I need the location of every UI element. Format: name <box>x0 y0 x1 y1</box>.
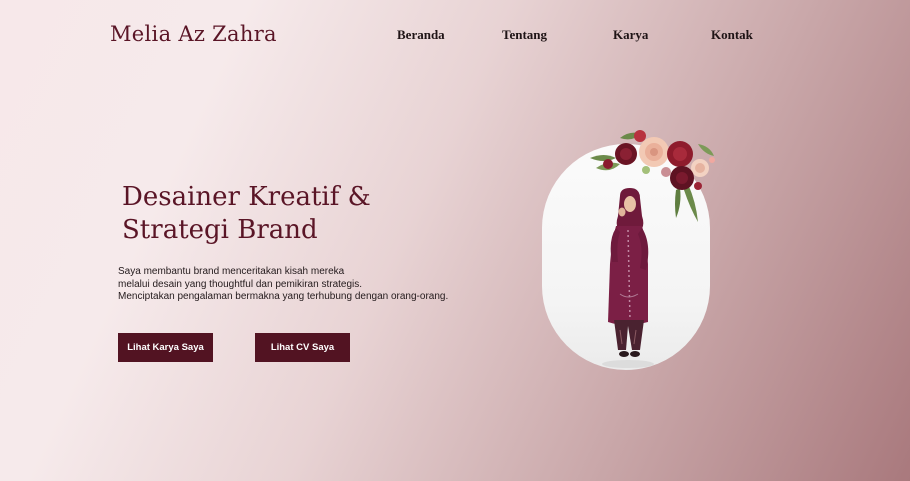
nav-item-karya[interactable]: Karya <box>613 27 648 43</box>
nav-item-tentang[interactable]: Tentang <box>502 27 547 43</box>
hero-title-line: Desainer Kreatif & <box>122 182 371 212</box>
nav-item-kontak[interactable]: Kontak <box>711 27 753 43</box>
hero-title-line: Strategi Brand <box>122 215 318 245</box>
main-nav: Beranda Tentang Karya Kontak <box>0 27 910 47</box>
view-portfolio-button[interactable]: Lihat Karya Saya <box>118 333 213 362</box>
hero-description-line: Menciptakan pengalaman bermakna yang ter… <box>118 291 449 302</box>
hero-description-line: Saya membantu brand menceritakan kisah m… <box>118 266 345 277</box>
hero-description: Saya membantu brand menceritakan kisah m… <box>118 266 448 304</box>
floral-bouquet-decoration <box>590 130 715 222</box>
hero-title: Desainer Kreatif & Strategi Brand <box>122 181 371 247</box>
hero-description-line: melalui desain yang thoughtful dan pemik… <box>118 278 363 290</box>
nav-item-beranda[interactable]: Beranda <box>397 27 445 43</box>
view-cv-button[interactable]: Lihat CV Saya <box>255 333 350 362</box>
